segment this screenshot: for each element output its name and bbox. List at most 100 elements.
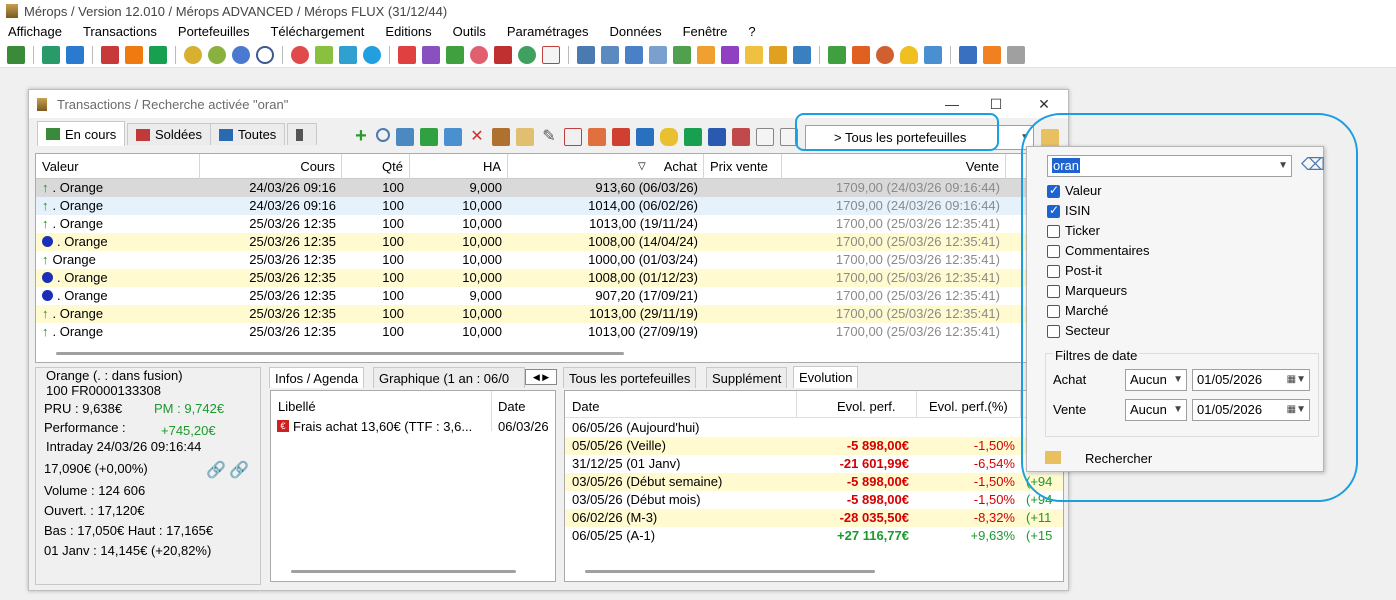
download-red-icon[interactable] — [612, 128, 630, 146]
tab-extra[interactable] — [287, 123, 317, 145]
table-row[interactable]: ↑. Orange 25/03/26 12:35 100 10,000 1013,00 … — [36, 305, 1040, 323]
tab-scroll-arrows[interactable]: ◀ ▶ — [525, 369, 557, 385]
window-icon[interactable] — [564, 128, 582, 146]
evo-col-date[interactable]: Date — [572, 399, 599, 414]
table-row[interactable]: ↑. Orange 24/03/26 09:16 100 10,000 1014,00 … — [36, 197, 1040, 215]
printer-icon[interactable] — [577, 45, 595, 64]
menu-editions[interactable]: Editions — [377, 22, 444, 42]
clipboard-icon[interactable] — [516, 128, 534, 146]
info-icon[interactable] — [232, 45, 250, 64]
flower-icon[interactable] — [470, 45, 488, 64]
tab-soldees[interactable]: Soldées — [127, 123, 211, 145]
chart-blue-icon[interactable] — [396, 128, 414, 146]
table-row[interactable]: . Orange 25/03/26 12:35 100 10,000 1008,00 (… — [36, 269, 1040, 287]
menu-donnees[interactable]: Données — [602, 22, 675, 42]
search-icon[interactable] — [376, 128, 390, 142]
calendar-icon[interactable] — [542, 45, 560, 64]
evo-col-perf[interactable]: Evol. perf. — [837, 399, 896, 414]
close-icon[interactable]: ✕ — [1034, 94, 1054, 114]
export-icon[interactable] — [852, 45, 870, 64]
table-icon[interactable] — [444, 128, 462, 146]
network-icon[interactable] — [769, 45, 787, 64]
table-row[interactable]: 31/12/25 (01 Janv)-21 601,99€-6,54%(+ — [565, 455, 1063, 473]
attachment-icon[interactable]: ✎ — [540, 128, 558, 146]
grid-purple-icon[interactable] — [721, 45, 739, 64]
bell-icon[interactable] — [900, 45, 918, 64]
table-row[interactable]: 03/05/26 (Début mois) -5 898,00€ -1,50% (+9… — [565, 491, 1063, 509]
evolution-scrollbar-thumb[interactable] — [585, 570, 875, 573]
table-row[interactable]: 03/05/26 (Début semaine) -5 898,00€ -1,50%… — [565, 473, 1063, 491]
coins-icon[interactable] — [184, 45, 202, 64]
table-row[interactable]: . Orange 25/03/26 12:35 100 9,000 907,20 (17… — [36, 287, 1040, 305]
tab-supplement[interactable]: Supplément — [706, 367, 788, 388]
col-qte[interactable]: Qté — [342, 154, 410, 179]
col-valeur[interactable]: Valeur — [36, 154, 200, 179]
portfolio-icon[interactable] — [7, 45, 25, 64]
hammer-icon[interactable] — [492, 128, 510, 146]
book-icon[interactable] — [101, 45, 119, 64]
table-row[interactable]: 05/05/26 (Veille)-5 898,00€-1,50%(+ — [565, 437, 1063, 455]
add-icon[interactable]: + — [352, 126, 370, 146]
download-icon[interactable] — [42, 45, 60, 64]
clock-icon[interactable] — [256, 45, 274, 64]
word-icon[interactable] — [708, 128, 726, 146]
flag-icon[interactable] — [398, 45, 416, 64]
chart-pie-icon[interactable] — [291, 45, 309, 64]
disc-icon[interactable] — [363, 45, 381, 64]
col-vente[interactable]: Vente — [782, 154, 1006, 179]
table-row[interactable]: ↑ Orange 25/03/26 12:35 100 10,000 1000,00 (0… — [36, 251, 1040, 269]
menu-affichage[interactable]: Affichage — [0, 22, 75, 42]
tab-infos-agenda[interactable]: Infos / Agenda — [269, 367, 365, 388]
chart-purple-icon[interactable] — [422, 45, 440, 64]
menu-fenetre[interactable]: Fenêtre — [675, 22, 741, 42]
rss-icon[interactable] — [983, 45, 1001, 64]
euro-icon[interactable] — [684, 128, 702, 146]
col-prix-vente[interactable]: Prix vente — [704, 154, 782, 179]
table-blue-icon[interactable] — [625, 45, 643, 64]
maximize-icon[interactable]: ☐ — [986, 94, 1006, 114]
mail-icon[interactable] — [924, 45, 942, 64]
link-icon[interactable]: 🔗 — [206, 460, 226, 480]
tab-toutes[interactable]: Toutes — [210, 123, 286, 145]
table-row[interactable]: ↑. Orange 25/03/26 12:35 100 10,000 1013,00 … — [36, 215, 1040, 233]
chart-area-icon[interactable] — [315, 45, 333, 64]
col-ha[interactable]: HA — [410, 154, 508, 179]
download-blue-icon[interactable] — [636, 128, 654, 146]
grid-scrollbar-thumb[interactable] — [56, 352, 624, 355]
bar-chart-icon[interactable] — [446, 45, 464, 64]
list-icon[interactable] — [959, 45, 977, 64]
delete-icon[interactable]: ✕ — [468, 128, 486, 146]
menu-parametrages[interactable]: Paramétrages — [499, 22, 602, 42]
agenda-row-libelle[interactable]: Frais achat 13,60€ (TTF : 3,6... — [293, 419, 472, 434]
col-achat[interactable]: ▽ Achat — [508, 154, 704, 179]
database-icon[interactable] — [660, 128, 678, 146]
calendar-alert-icon[interactable] — [588, 128, 606, 146]
globe-icon[interactable] — [518, 45, 536, 64]
grid-orange-icon[interactable] — [697, 45, 715, 64]
transfer-icon[interactable] — [793, 45, 811, 64]
menu-portefeuilles[interactable]: Portefeuilles — [170, 22, 263, 42]
link-green-icon[interactable]: 🔗 — [229, 460, 249, 480]
menu-outils[interactable]: Outils — [445, 22, 499, 42]
agenda-col-date[interactable]: Date — [498, 399, 525, 414]
table-row[interactable]: . Orange 25/03/26 12:35 100 10,000 1008,00 (… — [36, 233, 1040, 251]
chart-green-icon[interactable] — [420, 128, 438, 146]
dashboard-icon[interactable] — [828, 45, 846, 64]
coins-search-icon[interactable] — [208, 45, 226, 64]
table-light-icon[interactable] — [649, 45, 667, 64]
table-row[interactable]: 06/05/25 (A-1) +27 116,77€ +9,63% (+15 — [565, 527, 1063, 545]
menu-help[interactable]: ? — [740, 22, 768, 42]
menu-telechargement[interactable]: Téléchargement — [262, 22, 377, 42]
table-gray-icon[interactable] — [1007, 45, 1025, 64]
tab-en-cours[interactable]: En cours — [37, 121, 126, 146]
minimize-icon[interactable]: — — [942, 94, 962, 114]
euro-green-icon[interactable] — [149, 45, 167, 64]
tab-tous-portefeuilles[interactable]: Tous les portefeuilles — [563, 367, 697, 388]
col-cours[interactable]: Cours — [200, 154, 342, 179]
grid-scrollbar[interactable] — [36, 345, 1040, 362]
folder-chart-icon[interactable] — [745, 45, 763, 64]
tab-evolution[interactable]: Evolution — [793, 366, 859, 388]
table-row[interactable]: 06/05/26 (Aujourd'hui)(+ — [565, 419, 1063, 437]
tab-graphique[interactable]: Graphique (1 an : 06/0 — [373, 367, 525, 388]
grid-green-icon[interactable] — [673, 45, 691, 64]
